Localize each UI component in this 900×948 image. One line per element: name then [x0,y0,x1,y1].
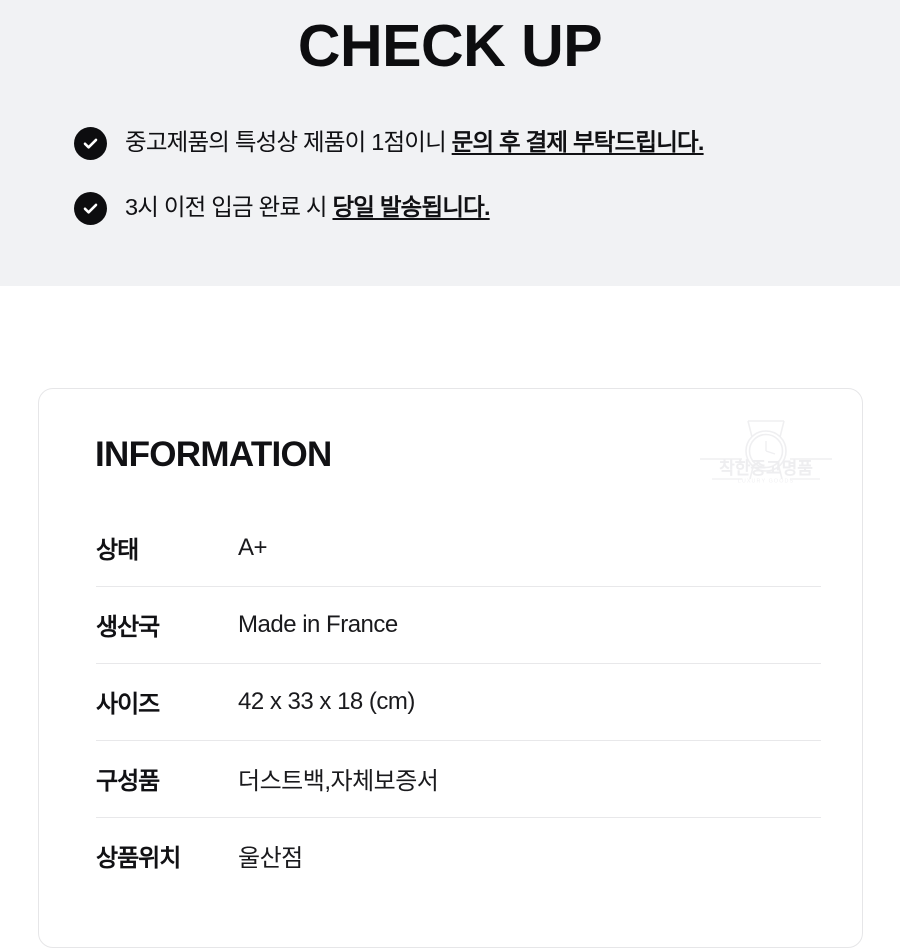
table-row: 사이즈 42 x 33 x 18 (cm) [93,663,823,740]
row-label: 생산국 [96,614,160,641]
brand-watermark-logo: 착한중고명품 LUXURY GOODS [698,417,834,489]
row-value: Made in France [238,610,398,638]
checkup-bullet-2-plain: 3시 이전 입금 완료 시 [125,194,333,221]
row-label: 사이즈 [96,691,160,718]
table-row: 상품위치 울산점 [93,817,823,894]
row-value: 울산점 [238,845,303,872]
check-circle-icon [74,191,107,225]
table-row: 구성품 더스트백,자체보증서 [93,740,823,817]
checkup-bullet-1-text: 중고제품의 특성상 제품이 1점이니 문의 후 결제 부탁드립니다. [125,128,704,157]
brand-logo-en-text: LUXURY GOODS [738,479,794,485]
brand-logo-kr-text: 착한중고명품 [719,459,813,478]
row-value: 42 x 33 x 18 (cm) [238,687,415,715]
table-row: 생산국 Made in France [93,586,823,663]
information-title: INFORMATION [95,435,332,474]
page-title: CHECK UP [297,13,603,79]
row-label: 상품위치 [96,845,181,872]
checkup-bullet-2-text: 3시 이전 입금 완료 시 당일 발송됩니다. [125,193,490,222]
information-table: 상태 A+ 생산국 Made in France 사이즈 42 x 33 x 1… [93,509,823,894]
checkup-bullet-2-emphasis: 당일 발송됩니다. [332,194,490,221]
information-card: INFORMATION 착한중고명품 LUXURY GOODS 상태 A+ 생산… [38,388,863,948]
checkup-bullet-1-plain: 중고제품의 특성상 제품이 1점이니 [125,129,452,156]
row-value: A+ [238,533,268,561]
table-row: 상태 A+ [93,509,823,586]
row-label: 구성품 [96,768,160,795]
row-label: 상태 [96,537,139,564]
check-circle-icon [74,126,107,160]
checkup-section: CHECK UP 중고제품의 특성상 제품이 1점이니 문의 후 결제 부탁드립… [0,0,900,286]
row-value: 더스트백,자체보증서 [238,768,439,795]
list-item: 3시 이전 입금 완료 시 당일 발송됩니다. [74,185,874,231]
list-item: 중고제품의 특성상 제품이 1점이니 문의 후 결제 부탁드립니다. [74,120,874,166]
checkup-bullet-list: 중고제품의 특성상 제품이 1점이니 문의 후 결제 부탁드립니다. 3시 이전… [74,120,874,250]
checkup-bullet-1-emphasis: 문의 후 결제 부탁드립니다. [451,129,705,156]
